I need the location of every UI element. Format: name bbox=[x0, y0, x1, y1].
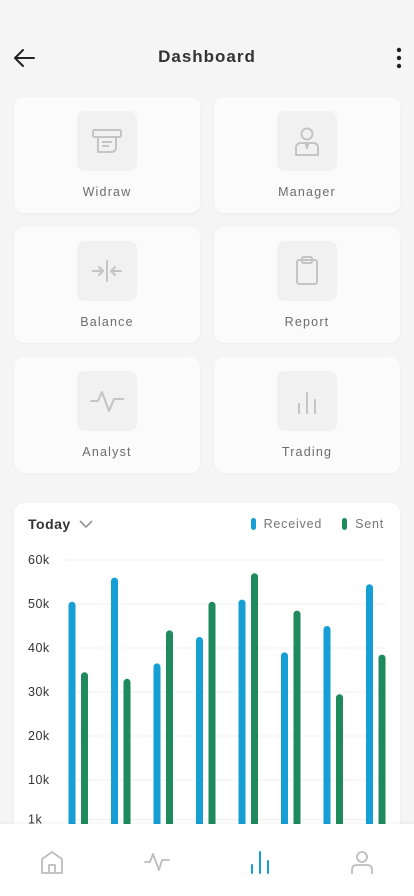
activity-icon bbox=[90, 391, 124, 412]
tile-icon-box bbox=[277, 241, 337, 301]
user-icon bbox=[351, 851, 373, 874]
home-icon bbox=[41, 851, 63, 874]
bar-chart-icon bbox=[251, 851, 269, 874]
tile-label: Balance bbox=[80, 315, 134, 329]
tab-home[interactable] bbox=[36, 846, 68, 878]
bar-sent bbox=[378, 654, 386, 843]
balance-icon bbox=[92, 260, 122, 282]
tile-icon-box bbox=[77, 111, 137, 171]
y-tick-label: 30k bbox=[28, 685, 50, 699]
y-tick-label: 10k bbox=[28, 773, 50, 787]
bar-received bbox=[111, 577, 118, 843]
more-vertical-icon bbox=[396, 47, 402, 69]
tile-icon-box bbox=[277, 111, 337, 171]
tile-label: Trading bbox=[281, 445, 333, 459]
tab-profile[interactable] bbox=[346, 846, 378, 878]
manager-icon bbox=[295, 127, 319, 156]
tile-label: Analyst bbox=[82, 445, 132, 459]
tile-manager[interactable]: Manager bbox=[214, 97, 400, 213]
bar-received bbox=[323, 626, 331, 843]
tab-stats[interactable] bbox=[244, 846, 276, 878]
more-options-button[interactable] bbox=[388, 44, 410, 72]
tile-icon-box bbox=[77, 241, 137, 301]
bar-received bbox=[366, 584, 373, 843]
tab-activity[interactable] bbox=[141, 846, 173, 878]
cash-withdraw-icon bbox=[92, 129, 122, 153]
bar-sent bbox=[123, 678, 131, 843]
bottom-tab-bar bbox=[0, 824, 414, 896]
page-title: Dashboard bbox=[158, 47, 256, 66]
tile-widraw[interactable]: Widraw bbox=[14, 97, 200, 213]
bar-received bbox=[238, 599, 246, 843]
app-header: Dashboard bbox=[0, 0, 414, 96]
tile-label: Manager bbox=[278, 185, 336, 199]
bar-received bbox=[153, 663, 161, 843]
y-tick-label: 60k bbox=[28, 553, 50, 567]
bar-chart: 60k50k40k30k20k10k1k bbox=[28, 553, 386, 843]
bar-chart-icon bbox=[298, 392, 316, 414]
y-tick-label: 50k bbox=[28, 597, 50, 611]
bar-sent bbox=[251, 573, 258, 843]
y-tick-label: 40k bbox=[28, 641, 50, 655]
tile-analyst[interactable]: Analyst bbox=[14, 357, 200, 473]
tile-report[interactable]: Report bbox=[214, 227, 400, 343]
activity-icon bbox=[144, 853, 170, 871]
bar-received bbox=[196, 637, 203, 843]
tile-label: Report bbox=[284, 315, 330, 329]
tile-label: Widraw bbox=[82, 185, 132, 199]
transactions-chart-card: Today Received Sent 60k 50k 40k 30k 20k 10k 1k bbox=[14, 503, 400, 843]
bar-sent bbox=[81, 672, 88, 843]
tile-trading[interactable]: Trading bbox=[214, 357, 400, 473]
clipboard-icon bbox=[296, 256, 318, 285]
bar-sent bbox=[293, 610, 301, 843]
tile-balance[interactable]: Balance bbox=[14, 227, 200, 343]
tile-icon-box bbox=[277, 371, 337, 431]
bar-received bbox=[68, 601, 76, 843]
tile-icon-box bbox=[77, 371, 137, 431]
bar-received bbox=[281, 652, 288, 843]
bar-sent bbox=[208, 601, 216, 843]
bar-sent bbox=[336, 694, 343, 843]
y-tick-label: 20k bbox=[28, 729, 50, 743]
bar-sent bbox=[166, 630, 173, 843]
